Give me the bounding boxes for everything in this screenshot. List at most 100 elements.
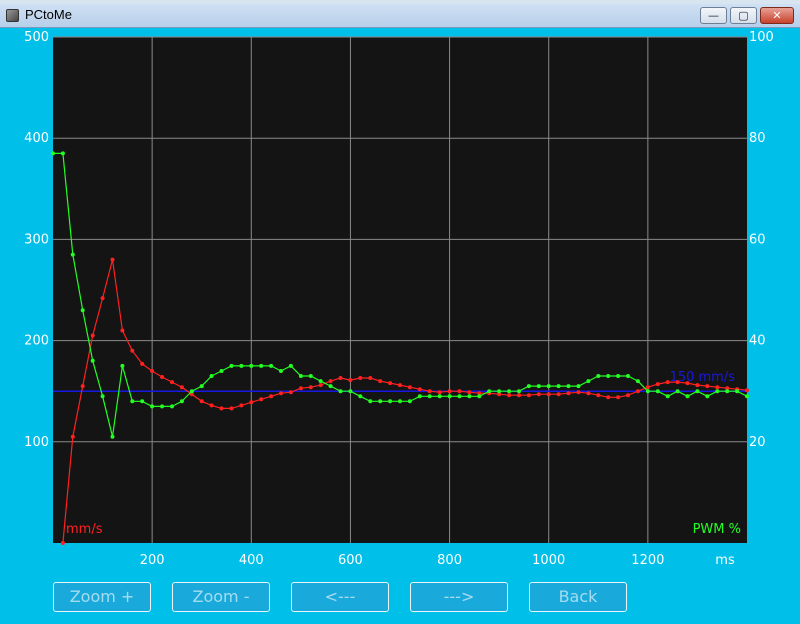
series-point-1 (269, 363, 274, 368)
series-point-0 (467, 390, 472, 395)
series-point-1 (745, 394, 749, 399)
series-point-1 (556, 384, 561, 389)
x-tick-label: 1200 (631, 553, 664, 568)
series-point-1 (407, 399, 412, 404)
series-point-1 (645, 389, 650, 394)
series-point-1 (298, 374, 303, 378)
y-right-unit-label: PWM % (693, 522, 741, 537)
series-point-1 (110, 434, 115, 439)
series-point-1 (388, 399, 393, 404)
series-point-1 (90, 358, 95, 363)
series-point-0 (318, 383, 323, 388)
series-point-0 (626, 393, 630, 398)
series-point-1 (328, 384, 333, 389)
series-point-0 (130, 348, 135, 353)
title-bar[interactable]: PCtoMe — ▢ ✕ (0, 4, 800, 28)
series-point-0 (368, 376, 373, 380)
series-point-0 (685, 381, 690, 386)
series-point-1 (457, 394, 462, 399)
series-point-0 (140, 361, 145, 366)
series-point-0 (388, 381, 393, 386)
series-point-0 (407, 385, 412, 390)
series-point-1 (70, 252, 75, 257)
series-point-0 (655, 382, 660, 387)
series-point-0 (160, 375, 165, 379)
series-point-1 (606, 374, 611, 378)
series-point-0 (457, 389, 462, 394)
series-point-0 (70, 434, 75, 439)
series-point-1 (279, 369, 283, 373)
series-point-1 (100, 394, 105, 399)
series-point-1 (219, 369, 224, 373)
series-point-1 (120, 363, 125, 368)
speed-pwm-chart[interactable]: 100 200 300 400 500 20 40 60 80 100 200 400 600 800 10… (0, 28, 800, 578)
series-point-0 (338, 376, 343, 380)
series-point-1 (189, 389, 194, 394)
close-button[interactable]: ✕ (760, 7, 794, 24)
series-point-0 (596, 393, 601, 398)
series-point-1 (477, 394, 482, 399)
series-point-0 (635, 389, 640, 394)
minimize-button[interactable]: — (700, 7, 727, 24)
series-point-1 (378, 399, 383, 404)
series-point-0 (150, 369, 155, 373)
back-button[interactable]: Back (529, 582, 627, 612)
series-point-0 (665, 380, 670, 385)
zoom-out-button[interactable]: Zoom - (172, 582, 270, 612)
series-point-0 (586, 391, 591, 396)
series-point-1 (318, 379, 323, 384)
plot-area (53, 37, 747, 543)
series-point-1 (60, 151, 65, 156)
series-point-0 (358, 376, 363, 380)
series-point-0 (517, 393, 521, 398)
series-point-1 (229, 363, 234, 368)
app-icon (6, 9, 19, 22)
y-right-tick-label: 40 (749, 334, 766, 349)
x-axis-label: ms (715, 553, 735, 568)
series-point-1 (695, 389, 700, 394)
y-left-tick-label: 500 (24, 30, 49, 45)
window-title: PCtoMe (25, 7, 72, 22)
series-point-0 (249, 400, 254, 405)
series-point-0 (110, 257, 115, 262)
series-point-0 (229, 406, 234, 411)
series-point-1 (635, 379, 640, 384)
series-point-0 (556, 392, 561, 397)
series-point-1 (140, 399, 145, 404)
y-left-tick-label: 200 (24, 334, 49, 349)
series-point-0 (417, 387, 422, 392)
series-point-1 (497, 389, 502, 394)
series-point-1 (427, 394, 432, 399)
series-point-0 (308, 385, 313, 390)
series-point-0 (60, 541, 65, 545)
series-point-0 (179, 385, 184, 390)
series-point-1 (170, 404, 174, 409)
series-point-1 (655, 389, 660, 394)
series-point-0 (398, 383, 402, 388)
y-left-tick-label: 100 (24, 435, 49, 450)
series-point-1 (338, 389, 343, 394)
series-point-1 (398, 399, 402, 404)
series-point-0 (645, 385, 650, 390)
series-point-0 (437, 390, 442, 395)
series-point-1 (665, 394, 670, 399)
scroll-left-button[interactable]: <--- (291, 582, 389, 612)
series-point-0 (695, 383, 700, 388)
series-point-0 (269, 394, 274, 399)
series-point-0 (298, 386, 303, 391)
series-point-1 (517, 389, 521, 394)
series-point-1 (487, 389, 492, 394)
zoom-in-button[interactable]: Zoom + (53, 582, 151, 612)
series-point-0 (279, 391, 283, 396)
series-point-1 (249, 363, 254, 368)
series-point-1 (536, 384, 541, 389)
series-point-0 (378, 379, 383, 384)
series-point-0 (536, 392, 541, 397)
maximize-button[interactable]: ▢ (730, 7, 757, 24)
series-point-0 (100, 296, 105, 301)
y-left-tick-label: 400 (24, 131, 49, 146)
series-point-1 (735, 389, 740, 394)
series-point-1 (437, 394, 442, 399)
series-point-0 (616, 395, 621, 400)
scroll-right-button[interactable]: ---> (410, 582, 508, 612)
